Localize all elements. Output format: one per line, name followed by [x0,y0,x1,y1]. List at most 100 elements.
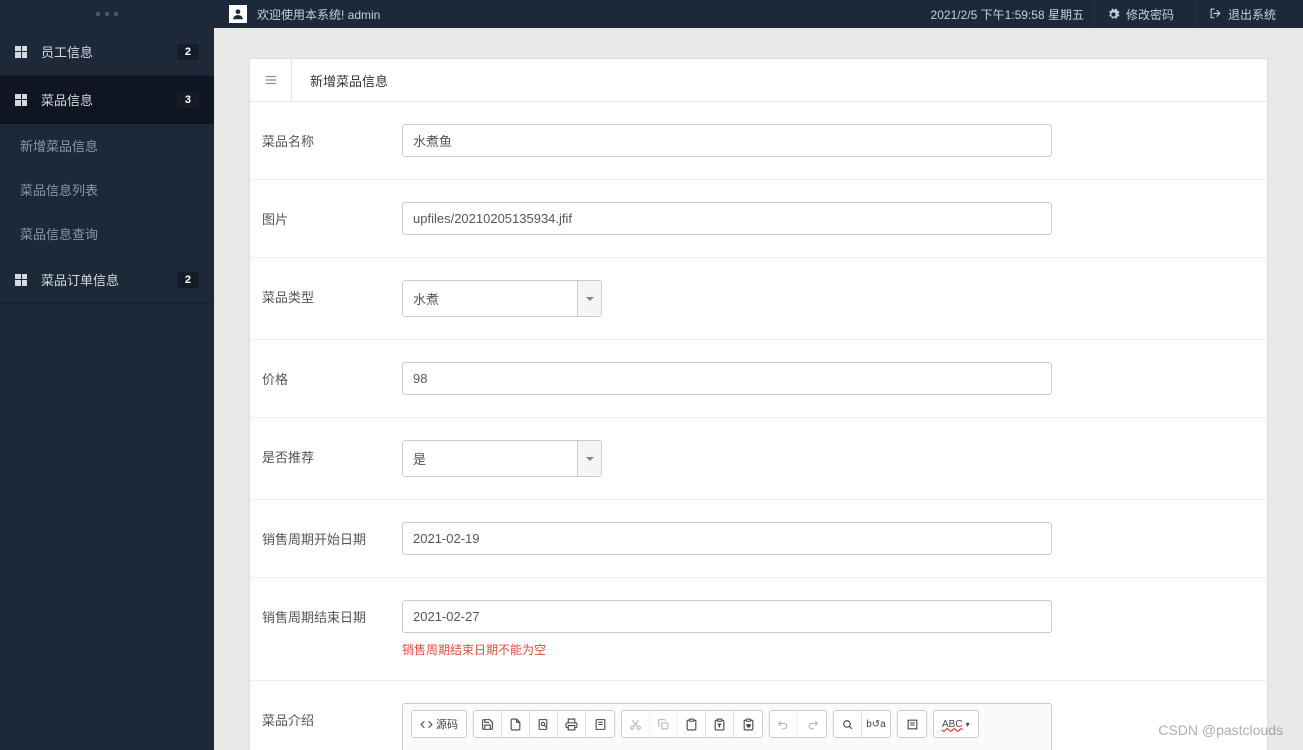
intro-label: 菜品介绍 [262,703,402,729]
dots-icon [96,12,118,16]
print-button[interactable] [558,711,586,737]
menu-button[interactable] [250,59,292,101]
find-button[interactable] [834,711,862,737]
hamburger-icon [264,73,278,87]
end-date-label: 销售周期结束日期 [262,600,402,626]
paste-button[interactable] [678,711,706,737]
spellcheck-button[interactable]: ABC▾ [934,711,978,737]
recommend-select[interactable]: 是 [402,440,602,477]
price-label: 价格 [262,362,402,388]
code-icon [420,718,433,731]
paste-icon [685,718,698,731]
undo-icon [777,718,790,731]
new-page-button[interactable] [502,711,530,737]
user-icon [229,5,247,23]
sub-item-dish-query[interactable]: 菜品信息查询 [0,212,214,256]
sub-item-add-dish[interactable]: 新增菜品信息 [0,124,214,168]
panel: 新增菜品信息 菜品名称 图片 菜品类型 水煮 [249,58,1268,750]
save-icon [481,718,494,731]
rich-editor: 源码 [402,703,1052,750]
logout-label: 退出系统 [1228,6,1276,23]
sidebar-header [0,0,214,28]
undo-button[interactable] [770,711,798,737]
form-row-price: 价格 [250,340,1267,418]
sidebar-item-label: 菜品订单信息 [41,270,177,289]
sidebar-item-orders[interactable]: 菜品订单信息 2 [0,256,214,304]
search-icon [841,718,854,731]
page-icon [509,718,522,731]
source-button[interactable]: 源码 [412,711,466,737]
paste-text-icon: T [713,718,726,731]
badge: 2 [177,272,199,288]
svg-text:T: T [718,723,721,728]
redo-icon [806,718,819,731]
sidebar: 员工信息 2 菜品信息 3 新增菜品信息 菜品信息列表 菜品信息查询 菜品订单信… [0,0,214,750]
cut-icon [629,718,642,731]
form-row-name: 菜品名称 [250,102,1267,180]
gear-icon [1107,8,1120,21]
cut-button[interactable] [622,711,650,737]
panel-header: 新增菜品信息 [250,59,1267,102]
form-row-end-date: 销售周期结束日期 销售周期结束日期不能为空 [250,578,1267,681]
paste-word-button[interactable]: W [734,711,762,737]
template-button[interactable] [586,711,614,737]
recommend-value: 是 [402,440,578,477]
name-label: 菜品名称 [262,124,402,150]
form-row-start-date: 销售周期开始日期 [250,500,1267,578]
spellcheck-icon: ABC [942,719,963,730]
select-all-button[interactable] [898,711,926,737]
type-select[interactable]: 水煮 [402,280,602,317]
content: 新增菜品信息 菜品名称 图片 菜品类型 水煮 [214,28,1303,750]
change-password-button[interactable]: 修改密码 [1094,0,1186,28]
form-row-image: 图片 [250,180,1267,258]
form-row-recommend: 是否推荐 是 [250,418,1267,500]
image-label: 图片 [262,202,402,228]
image-input[interactable] [402,202,1052,235]
sub-item-dish-list[interactable]: 菜品信息列表 [0,168,214,212]
dropdown-icon[interactable] [578,280,602,317]
datetime-text: 2021/2/5 下午1:59:58 星期五 [931,6,1084,23]
badge: 3 [177,92,199,108]
editor-toolbar-2 [403,744,1051,750]
price-input[interactable] [402,362,1052,395]
sidebar-item-dishes[interactable]: 菜品信息 3 [0,76,214,124]
form-row-type: 菜品类型 水煮 [250,258,1267,340]
watermark: CSDN @pastclouds [1158,722,1283,738]
start-date-input[interactable] [402,522,1052,555]
topbar: 欢迎使用本系统! admin 2021/2/5 下午1:59:58 星期五 修改… [214,0,1303,28]
svg-text:W: W [746,724,750,728]
editor-toolbar: 源码 [403,704,1051,744]
replace-icon: b↺a [866,719,886,730]
logout-icon [1209,8,1222,21]
sidebar-item-label: 菜品信息 [41,90,177,109]
copy-button[interactable] [650,711,678,737]
logout-button[interactable]: 退出系统 [1196,0,1288,28]
end-date-input[interactable] [402,600,1052,633]
search-page-icon [537,718,550,731]
start-date-label: 销售周期开始日期 [262,522,402,548]
preview-button[interactable] [530,711,558,737]
badge: 2 [177,44,199,60]
replace-button[interactable]: b↺a [862,711,890,737]
redo-button[interactable] [798,711,826,737]
save-button[interactable] [474,711,502,737]
welcome-text: 欢迎使用本系统! admin [257,6,380,23]
paste-text-button[interactable]: T [706,711,734,737]
copy-icon [657,718,670,731]
form-row-intro: 菜品介绍 源码 [250,681,1267,750]
name-input[interactable] [402,124,1052,157]
main: 欢迎使用本系统! admin 2021/2/5 下午1:59:58 星期五 修改… [214,0,1303,750]
change-password-label: 修改密码 [1126,6,1174,23]
type-label: 菜品类型 [262,280,402,306]
sidebar-item-employee[interactable]: 员工信息 2 [0,28,214,76]
select-all-icon [906,718,919,731]
end-date-error: 销售周期结束日期不能为空 [402,641,1052,658]
dropdown-icon[interactable] [578,440,602,477]
sidebar-item-label: 员工信息 [41,42,177,61]
recommend-label: 是否推荐 [262,440,402,466]
panel-title: 新增菜品信息 [292,71,406,90]
type-value: 水煮 [402,280,578,317]
paste-word-icon: W [742,718,755,731]
grid-icon [15,46,27,58]
grid-icon [15,274,27,286]
